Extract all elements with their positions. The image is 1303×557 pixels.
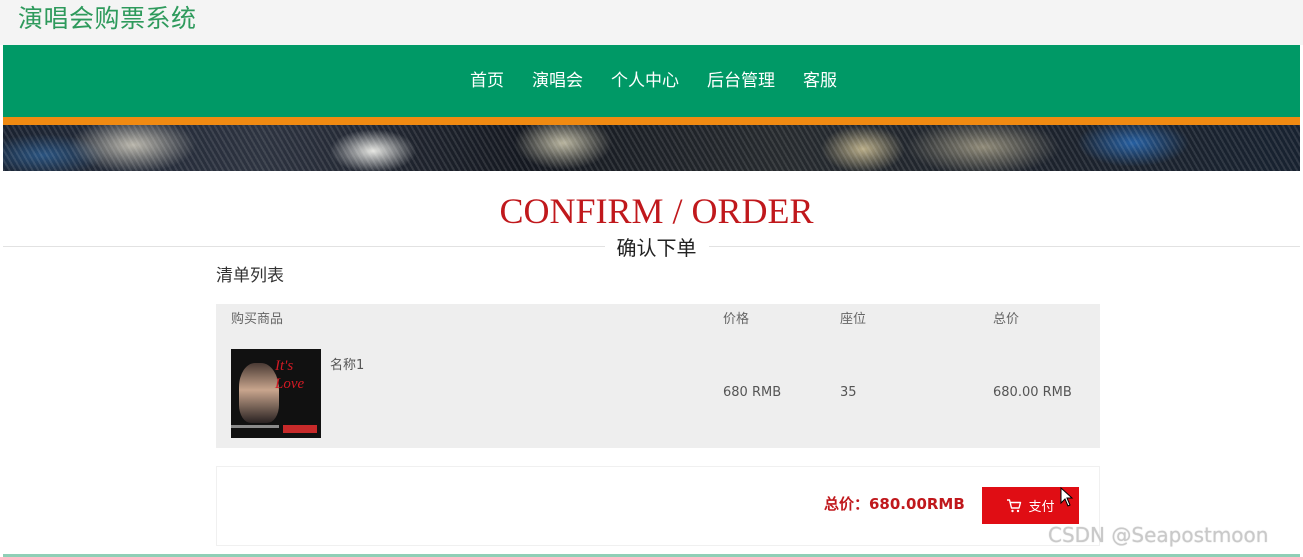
watermark: CSDN @Seapostmoon [1048,523,1269,547]
column-header-product: 购买商品 [231,312,284,327]
nav-list: 首页 演唱会 个人中心 后台管理 客服 [3,45,1300,117]
nav-item-customer-service[interactable]: 客服 [803,66,837,96]
poster-logo: It's Love [275,358,305,392]
top-header: 演唱会购票系统 [0,0,1303,45]
list-heading: 清单列表 [216,266,284,286]
poster-stripe [231,425,279,428]
section-title-cn: 确认下单 [604,234,709,262]
column-header-price: 价格 [723,312,750,327]
section-title-en: CONFIRM / ORDER [499,191,814,231]
nav-item-user-center[interactable]: 个人中心 [611,66,679,96]
order-total: 总价：680.00RMB [824,495,965,513]
accent-bar [3,117,1300,125]
poster-figure [239,363,279,423]
product-seat: 35 [840,385,857,400]
order-table [216,304,1100,448]
site-title[interactable]: 演唱会购票系统 [18,2,197,36]
cart-icon [1007,498,1022,512]
product-total: 680.00 RMB [993,385,1072,400]
product-price: 680 RMB [723,385,782,400]
mouse-cursor-icon [1060,487,1074,507]
banner-image [3,125,1300,171]
main-nav: 首页 演唱会 个人中心 后台管理 客服 [3,45,1300,117]
poster-tag [283,425,317,433]
column-header-seat: 座位 [840,312,867,327]
order-summary [216,466,1100,546]
column-header-total: 总价 [993,312,1020,327]
nav-item-concerts[interactable]: 演唱会 [532,66,583,96]
section-title-cn-wrap: 确认下单 [0,234,1303,262]
nav-item-home[interactable]: 首页 [470,66,504,96]
nav-item-admin[interactable]: 后台管理 [707,66,775,96]
product-thumbnail[interactable]: It's Love [231,349,321,438]
pay-button-label: 支付 [1028,499,1055,514]
product-name: 名称1 [330,358,365,373]
